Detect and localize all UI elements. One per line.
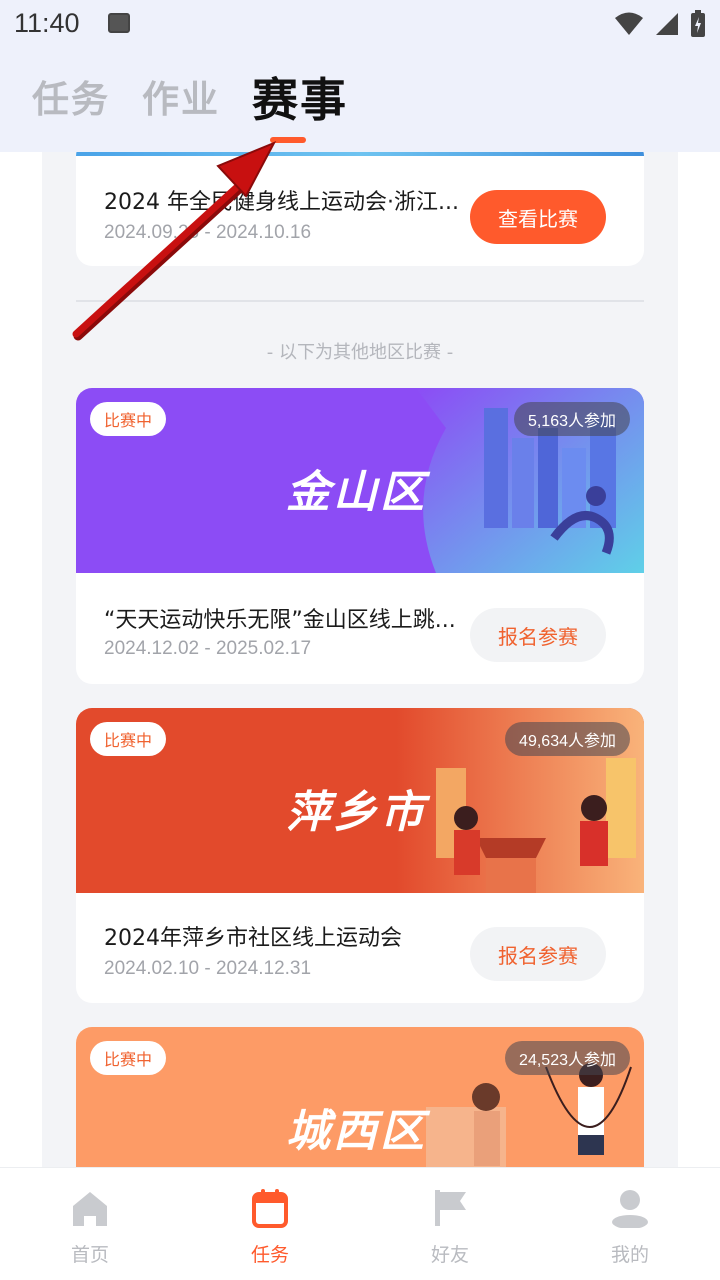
active-tab-indicator — [270, 137, 306, 143]
calendar-icon — [252, 1189, 288, 1228]
event-date: 2024.02.10 - 2024.12.31 — [104, 958, 312, 979]
event-banner: 比赛中 24,523人参加 城西区 — [76, 1027, 644, 1187]
nav-label: 我的 — [610, 1244, 649, 1266]
home-icon — [73, 1192, 107, 1226]
banner-region-name: 金山区 — [286, 467, 427, 518]
event-title: “天天运动快乐无限”金山区线上跳... — [104, 608, 456, 633]
nav-friends[interactable]: 好友 — [360, 1168, 540, 1280]
status-time: 11:40 — [14, 8, 80, 38]
other-region-note: - 以下为其他地区比赛 - — [266, 342, 454, 363]
event-card-chengxi[interactable]: 比赛中 24,523人参加 城西区 — [76, 1027, 644, 1187]
status-badge: 比赛中 — [90, 722, 167, 756]
nav-label: 任务 — [250, 1244, 289, 1266]
participants-badge: 49,634人参加 — [505, 722, 630, 756]
gallery-notification-icon — [108, 13, 130, 33]
nav-label: 好友 — [430, 1244, 469, 1266]
event-date: 2024.12.02 - 2025.02.17 — [104, 638, 312, 659]
top-header: 11:40 任务 作业 赛事 — [0, 0, 720, 152]
nav-tasks[interactable]: 任务 — [180, 1168, 360, 1280]
featured-event-date: 2024.09.26 - 2024.10.16 — [104, 222, 312, 243]
register-button[interactable]: 报名参赛 — [470, 608, 606, 662]
status-icons — [614, 10, 706, 38]
tab-tasks[interactable]: 任务 — [32, 70, 110, 130]
event-title: 2024年萍乡市社区线上运动会 — [104, 926, 402, 951]
event-card-jinshan[interactable]: 比赛中 5,163人参加 金山区 “天天运动快乐无限”金山区线上跳... 202… — [76, 388, 644, 684]
view-event-button[interactable]: 查看比赛 — [470, 190, 606, 244]
status-badge: 比赛中 — [90, 402, 167, 436]
nav-me[interactable]: 我的 — [540, 1168, 720, 1280]
banner-region-name: 城西区 — [286, 1106, 427, 1157]
event-card-pingxiang[interactable]: 比赛中 49,634人参加 萍乡市 2024年萍乡市社区线上运动会 2024.0… — [76, 708, 644, 1003]
section-divider — [76, 300, 644, 302]
participants-badge: 5,163人参加 — [513, 402, 630, 436]
event-banner: 比赛中 49,634人参加 萍乡市 — [76, 708, 644, 893]
tab-homework[interactable]: 作业 — [142, 70, 220, 130]
featured-event-title: 2024 年全民健身线上运动会·浙江... — [104, 190, 459, 215]
featured-event-card[interactable]: 2024 年全民健身线上运动会·浙江... 2024.09.26 - 2024.… — [76, 140, 644, 266]
status-badge: 比赛中 — [90, 1041, 167, 1075]
battery-icon — [691, 10, 705, 37]
nav-label: 首页 — [70, 1244, 109, 1266]
tab-events[interactable]: 赛事 — [252, 70, 348, 130]
register-button[interactable]: 报名参赛 — [470, 927, 606, 981]
wifi-icon — [615, 12, 643, 35]
nav-home[interactable]: 首页 — [0, 1168, 180, 1280]
event-banner: 比赛中 5,163人参加 金山区 — [76, 388, 644, 573]
bottom-navigation: 首页 任务 好友 我的 — [0, 1167, 720, 1280]
main-tabs: 任务 作业 赛事 — [32, 70, 348, 130]
participants-badge: 24,523人参加 — [505, 1041, 630, 1075]
signal-icon — [656, 13, 678, 35]
person-icon — [612, 1190, 648, 1228]
flag-icon — [435, 1190, 466, 1226]
banner-region-name: 萍乡市 — [286, 787, 427, 838]
